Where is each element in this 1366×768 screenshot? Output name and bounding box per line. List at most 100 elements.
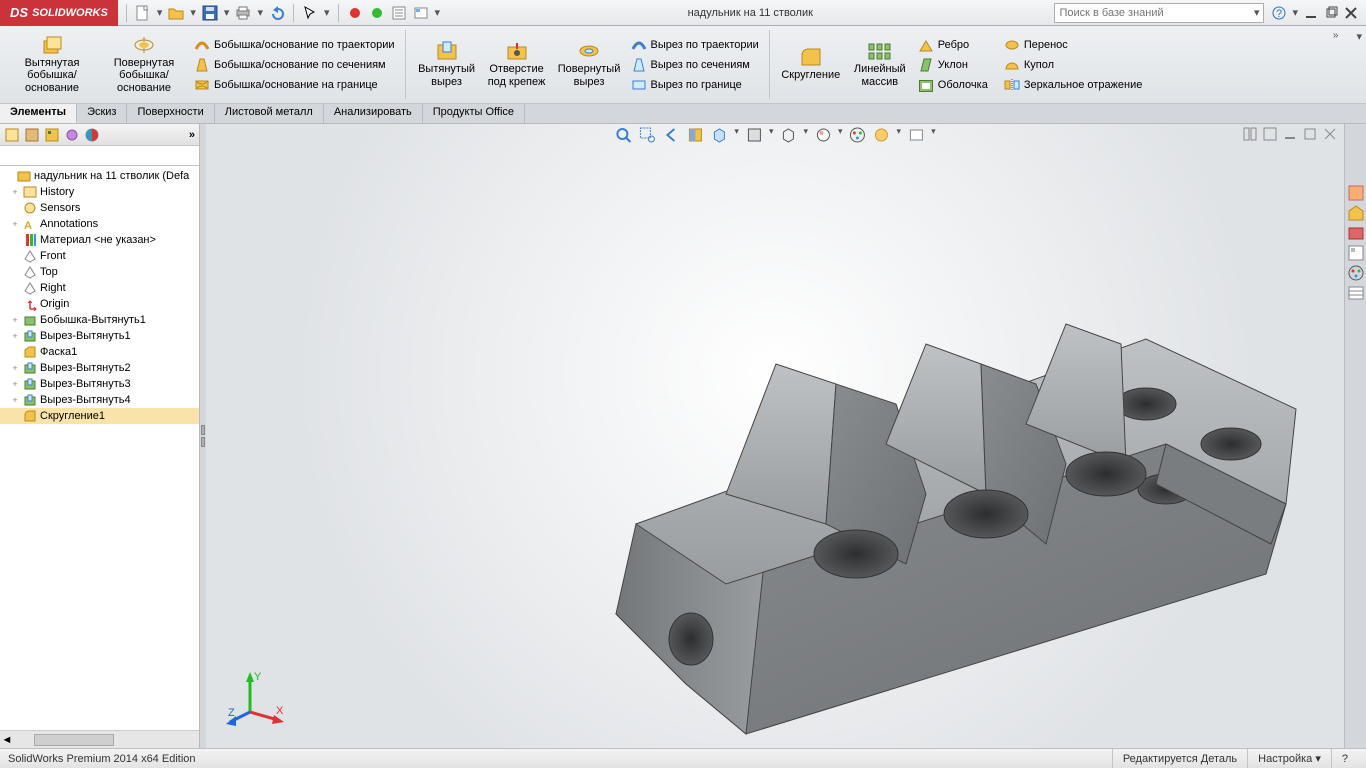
tree-item[interactable]: +History xyxy=(0,184,199,200)
ribbon-overflow-icon[interactable]: » xyxy=(1333,30,1339,41)
kb-search-input[interactable] xyxy=(1059,7,1253,19)
dimxpert-tab-icon[interactable] xyxy=(64,127,80,143)
traffic-green-icon[interactable] xyxy=(369,5,385,21)
options-icon[interactable] xyxy=(413,5,429,21)
draft-item[interactable]: Уклон xyxy=(914,56,992,74)
status-edition: SolidWorks Premium 2014 x64 Edition xyxy=(8,753,196,765)
tp-resources-icon[interactable] xyxy=(1347,184,1365,202)
tree-item[interactable]: Front xyxy=(0,248,199,264)
new-file-icon[interactable] xyxy=(135,5,151,21)
appearance-icon[interactable] xyxy=(849,126,867,144)
tree-item[interactable]: Origin xyxy=(0,296,199,312)
panel-scrollbar[interactable]: ◄ xyxy=(0,730,199,748)
display-style-icon[interactable] xyxy=(745,126,763,144)
dome-item[interactable]: Купол xyxy=(1000,56,1147,74)
tree-item[interactable]: Фаска1 xyxy=(0,344,199,360)
tab-office[interactable]: Продукты Office xyxy=(423,104,525,123)
tree-filter[interactable] xyxy=(0,146,199,166)
tab-sheetmetal[interactable]: Листовой металл xyxy=(215,104,324,123)
undo-icon[interactable] xyxy=(269,5,285,21)
revolve-boss-button[interactable]: Повернутая бобышка/основание xyxy=(98,28,190,101)
mirror-item[interactable]: Зеркальное отражение xyxy=(1000,76,1147,94)
linear-pattern-button[interactable]: Линейный массив xyxy=(846,28,914,101)
loft-boss-item[interactable]: Бобышка/основание по сечениям xyxy=(190,56,399,74)
traffic-red-icon[interactable] xyxy=(347,5,363,21)
fillet-button[interactable]: Скругление xyxy=(776,28,846,101)
tree-root[interactable]: надульник на 11 стволик (Defa xyxy=(0,168,199,184)
tree-item[interactable]: +AAnnotations xyxy=(0,216,199,232)
hide-show-icon[interactable] xyxy=(779,126,797,144)
tp-custom-props-icon[interactable] xyxy=(1347,284,1365,302)
loft-cut-item[interactable]: Вырез по сечениям xyxy=(627,56,763,74)
save-icon[interactable] xyxy=(202,5,218,21)
prev-view-icon[interactable] xyxy=(662,126,680,144)
render-tab-icon[interactable] xyxy=(84,127,100,143)
cut-feature-icon xyxy=(23,393,37,407)
select-icon[interactable] xyxy=(302,5,318,21)
extrude-boss-icon xyxy=(40,35,64,55)
plane-icon xyxy=(23,281,37,295)
tree-item[interactable]: Sensors xyxy=(0,200,199,216)
chamfer-icon xyxy=(23,345,37,359)
swept-boss-item[interactable]: Бобышка/основание по траектории xyxy=(190,36,399,54)
annotations-icon: A xyxy=(23,217,37,231)
tree-item[interactable]: +Вырез-Вытянуть4 xyxy=(0,392,199,408)
restore-icon[interactable] xyxy=(1324,6,1338,20)
tree-item-selected[interactable]: Скругление1 xyxy=(0,408,199,424)
revolve-cut-button[interactable]: Повернутый вырез xyxy=(552,28,627,101)
tree-item[interactable]: +Вырез-Вытянуть3 xyxy=(0,376,199,392)
view-orient-icon[interactable] xyxy=(710,126,728,144)
section-view-icon[interactable] xyxy=(686,126,704,144)
fm-tree-tab-icon[interactable] xyxy=(4,127,20,143)
edit-appearance-icon[interactable] xyxy=(873,126,891,144)
extrude-cut-button[interactable]: Вытянутый вырез xyxy=(412,28,482,101)
tree-item[interactable]: Материал <не указан> xyxy=(0,232,199,248)
minimize-icon[interactable] xyxy=(1304,6,1318,20)
orientation-triad[interactable]: Y X Z xyxy=(226,668,286,728)
hole-wizard-button[interactable]: Отверстие под крепеж xyxy=(482,28,552,101)
tree-item[interactable]: +Вырез-Вытянуть1 xyxy=(0,328,199,344)
zoom-fit-icon[interactable] xyxy=(614,126,632,144)
status-customize[interactable]: Настройка ▾ xyxy=(1247,749,1331,768)
tp-file-explorer-icon[interactable] xyxy=(1347,224,1365,242)
vp-max-icon[interactable] xyxy=(1302,126,1318,142)
wrap-item[interactable]: Перенос xyxy=(1000,36,1147,54)
rib-item[interactable]: Ребро xyxy=(914,36,992,54)
swept-cut-item[interactable]: Вырез по траектории xyxy=(627,36,763,54)
tree-item[interactable]: Right xyxy=(0,280,199,296)
status-help-icon[interactable]: ? xyxy=(1331,749,1358,768)
tp-appearance-icon[interactable] xyxy=(1347,264,1365,282)
boundary-boss-item[interactable]: Бобышка/основание на границе xyxy=(190,76,399,94)
tab-features[interactable]: Элементы xyxy=(0,104,77,123)
open-file-icon[interactable] xyxy=(168,5,184,21)
zoom-area-icon[interactable] xyxy=(638,126,656,144)
shell-item[interactable]: Оболочка xyxy=(914,76,992,94)
boundary-cut-item[interactable]: Вырез по границе xyxy=(627,76,763,94)
tree-item[interactable]: +Вырез-Вытянуть2 xyxy=(0,360,199,376)
feature-tree[interactable]: надульник на 11 стволик (Defa +History S… xyxy=(0,166,199,730)
viewport-window-controls xyxy=(1242,126,1338,142)
help-icon[interactable]: ? xyxy=(1272,6,1286,20)
property-manager-tab-icon[interactable] xyxy=(24,127,40,143)
extrude-boss-button[interactable]: Вытянутая бобышка/основание xyxy=(6,28,98,101)
tab-surfaces[interactable]: Поверхности xyxy=(127,104,214,123)
vp-tile-icon[interactable] xyxy=(1242,126,1258,142)
tab-evaluate[interactable]: Анализировать xyxy=(324,104,423,123)
tree-item[interactable]: Top xyxy=(0,264,199,280)
tab-sketch[interactable]: Эскиз xyxy=(77,104,127,123)
panel-expand-icon[interactable]: » xyxy=(189,129,195,141)
view-settings-icon[interactable] xyxy=(907,126,925,144)
vp-close-icon[interactable] xyxy=(1322,126,1338,142)
tp-view-palette-icon[interactable] xyxy=(1347,244,1365,262)
graphics-viewport[interactable]: ▾ ▾ ▾ ▾ ▾ ▾ xyxy=(206,124,1344,748)
tp-design-lib-icon[interactable] xyxy=(1347,204,1365,222)
kb-search[interactable]: ▾ xyxy=(1054,3,1264,23)
vp-single-icon[interactable] xyxy=(1262,126,1278,142)
config-manager-tab-icon[interactable] xyxy=(44,127,60,143)
vp-min-icon[interactable] xyxy=(1282,126,1298,142)
print-icon[interactable] xyxy=(235,5,251,21)
close-icon[interactable] xyxy=(1344,6,1358,20)
tree-item[interactable]: +Бобышка-Вытянуть1 xyxy=(0,312,199,328)
scene-icon[interactable] xyxy=(814,126,832,144)
rebuild-icon[interactable] xyxy=(391,5,407,21)
